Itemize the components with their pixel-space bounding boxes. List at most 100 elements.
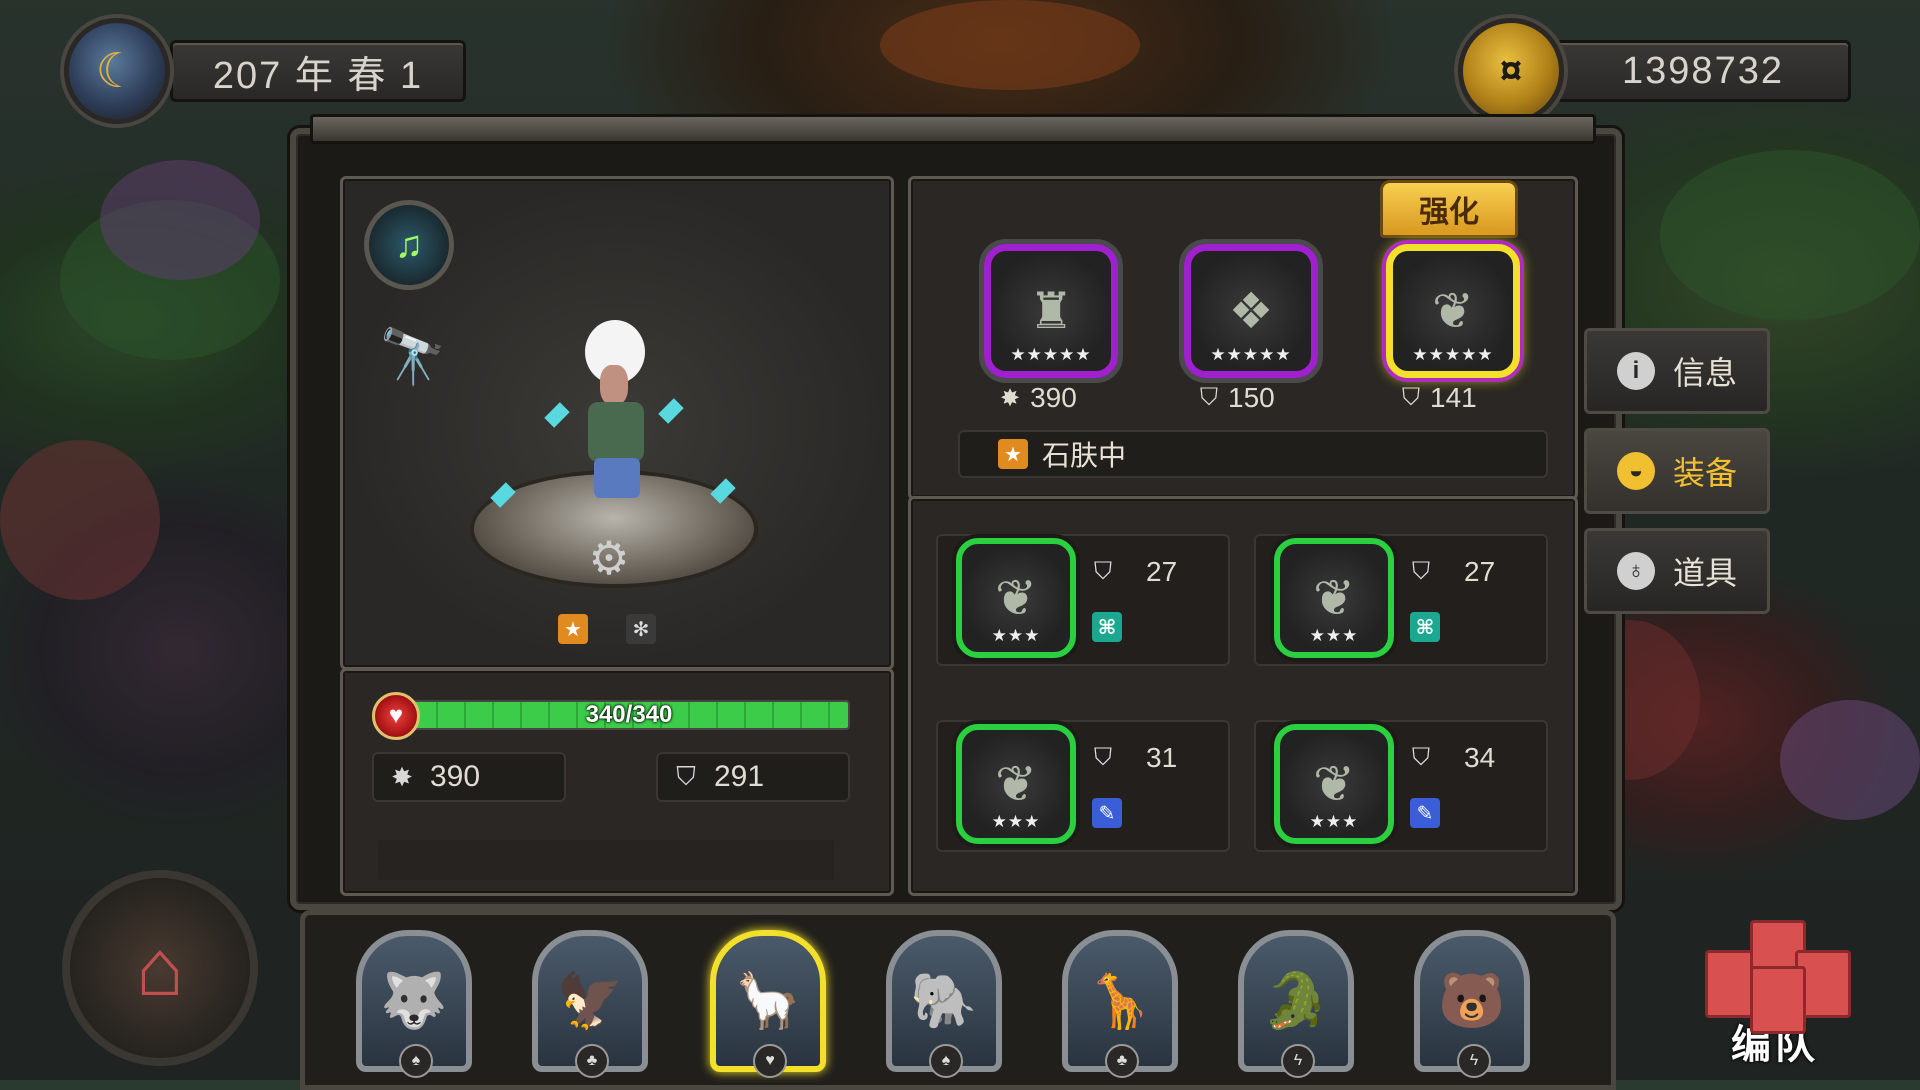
item-slot[interactable]: ❦ ★★★ <box>1274 724 1394 844</box>
skill-badge[interactable]: ♫ <box>364 200 454 290</box>
house-icon: ⌂ <box>135 923 185 1012</box>
role-icon: ♠ <box>929 1044 963 1078</box>
item-value: 27 <box>1464 556 1496 587</box>
home-button[interactable]: ⌂ <box>62 870 258 1066</box>
role-icon: ♠ <box>399 1044 433 1078</box>
item-type-icon: ✎ <box>1092 798 1122 828</box>
item-type-icon: ⌘ <box>1410 612 1440 642</box>
tab-label: 信息 <box>1672 355 1737 391</box>
role-icon: ϟ <box>1281 1044 1315 1078</box>
shoulder-armor-icon: ❦ <box>1313 756 1355 812</box>
trait-icon[interactable]: ✻ <box>626 614 656 644</box>
equip-slot-armor[interactable]: ❖ ★★★★★ <box>1184 244 1318 378</box>
item-slot[interactable]: ❦ ★★★ <box>956 724 1076 844</box>
slot-stars: ★★★★★ <box>1210 345 1292 364</box>
shield-icon: ⛉ <box>1094 744 1112 771</box>
equip-slot-shoulder-selected[interactable]: ❦ ★★★★★ <box>1386 244 1520 378</box>
item-type-icon: ⌘ <box>1092 612 1122 642</box>
panel-top-rail <box>310 114 1596 144</box>
hero-portrait-eagle[interactable]: 🦅 ♣ <box>532 930 648 1078</box>
tab-items[interactable]: ♁ 道具 <box>1584 528 1770 614</box>
wolf-icon: 🐺 <box>380 970 448 1031</box>
hp-value: 340/340 <box>585 701 673 728</box>
attack-value: 390 <box>430 760 481 793</box>
item-stars: ★★★ <box>991 812 1041 831</box>
equip-stat-value: 150 <box>1228 382 1275 413</box>
cannon-icon: ⚙ <box>588 532 630 584</box>
slot-stars: ★★★★★ <box>1010 345 1092 364</box>
coin-icon: ¤ <box>1499 48 1523 93</box>
gold-display: 1398732 <box>1555 40 1851 102</box>
telescope-map-icon[interactable]: 🔭 <box>368 322 458 392</box>
date-text: 207 年 春 1 <box>212 54 424 97</box>
weapon-icon: ♜ <box>1028 283 1074 339</box>
gold-amount: 1398732 <box>1622 49 1784 92</box>
hero-portrait-polar-bear[interactable]: 🐻 ϟ <box>1414 930 1530 1078</box>
item-value: 31 <box>1146 742 1178 773</box>
hero-portrait-alpaca-selected[interactable]: 🦙 ♥ <box>710 930 826 1078</box>
shield-icon: ⛉ <box>676 761 696 791</box>
item-slot[interactable]: ❦ ★★★ <box>956 538 1076 658</box>
polar-bear-icon: 🐻 <box>1438 970 1506 1031</box>
shoulder-armor-icon: ❦ <box>1432 283 1474 339</box>
tab-info[interactable]: i 信息 <box>1584 328 1770 414</box>
equip-stat-value: 141 <box>1430 382 1477 413</box>
armor-icon: ❖ <box>1228 283 1274 339</box>
item-stars: ★★★ <box>1309 812 1359 831</box>
moon-icon: ☾ <box>95 45 139 98</box>
shoulder-armor-icon: ❦ <box>995 756 1037 812</box>
role-icon: ϟ <box>1457 1044 1491 1078</box>
item-stars: ★★★ <box>1309 626 1359 645</box>
hero-portrait-giraffe[interactable]: 🦒 ♣ <box>1062 930 1178 1078</box>
info-icon: i <box>1616 352 1655 390</box>
helmet-icon: ◒ <box>1616 452 1655 490</box>
season-moon-badge[interactable]: ☾ <box>64 18 170 124</box>
eagle-icon: 🦅 <box>556 970 624 1031</box>
potion-icon: ♁ <box>1616 552 1655 590</box>
stone-skin-buff-icon[interactable]: ★ <box>558 614 588 644</box>
equip-stat-value: 390 <box>1030 382 1077 413</box>
attack-icon: ✸ <box>391 761 413 792</box>
team-formation-button[interactable]: 编队 <box>1690 920 1860 1070</box>
defense-stat: ⛉ 291 <box>656 752 850 802</box>
equip-slot-weapon[interactable]: ♜ ★★★★★ <box>984 244 1118 378</box>
shield-icon: ⛉ <box>1094 558 1112 585</box>
slot-stars: ★★★★★ <box>1412 345 1494 364</box>
enhance-button[interactable]: 强化 <box>1380 180 1518 238</box>
alpaca-icon: 🦙 <box>734 970 802 1031</box>
hero-portrait-pirate-wolf[interactable]: 🐺 ♠ <box>356 930 472 1078</box>
date-display: 207 年 春 1 <box>170 40 466 102</box>
giraffe-icon: 🦒 <box>1086 970 1154 1031</box>
empty-stat-row <box>378 840 834 880</box>
tab-label: 装备 <box>1672 455 1737 491</box>
elephant-icon: 🐘 <box>910 970 978 1031</box>
hero-portrait-crocodile[interactable]: 🐊 ϟ <box>1238 930 1354 1078</box>
shield-icon: ⛉ <box>1402 384 1420 411</box>
gold-coin-badge: ¤ <box>1458 18 1564 124</box>
attack-icon: ✸ <box>1000 384 1021 412</box>
role-icon: ♣ <box>1105 1044 1139 1078</box>
team-cards-icon <box>1705 920 1851 1034</box>
item-stars: ★★★ <box>991 626 1041 645</box>
defense-value: 291 <box>714 760 765 793</box>
shield-icon: ⛉ <box>1200 384 1218 411</box>
item-slot[interactable]: ❦ ★★★ <box>1274 538 1394 658</box>
attack-stat: ✸ 390 <box>372 752 566 802</box>
status-bar: ★ 石肤中 <box>958 430 1548 478</box>
tab-equipment[interactable]: ◒ 装备 <box>1584 428 1770 514</box>
equip-stat: ⛉ 141 <box>1402 382 1477 414</box>
music-note-icon: ♫ <box>394 223 424 266</box>
item-value: 34 <box>1464 742 1496 773</box>
shoulder-armor-icon: ❦ <box>995 570 1037 626</box>
shoulder-armor-icon: ❦ <box>1313 570 1355 626</box>
hero-character[interactable] <box>560 320 670 510</box>
role-icon: ♥ <box>753 1044 787 1078</box>
role-icon: ♣ <box>575 1044 609 1078</box>
shield-icon: ⛉ <box>1412 744 1430 771</box>
tab-label: 道具 <box>1672 555 1737 591</box>
status-text: 石肤中 <box>1042 440 1127 471</box>
crocodile-icon: 🐊 <box>1262 970 1330 1031</box>
hp-bar: 340/340 <box>408 700 850 730</box>
hero-portrait-elephant[interactable]: 🐘 ♠ <box>886 930 1002 1078</box>
heart-icon: ♥ <box>372 692 420 740</box>
